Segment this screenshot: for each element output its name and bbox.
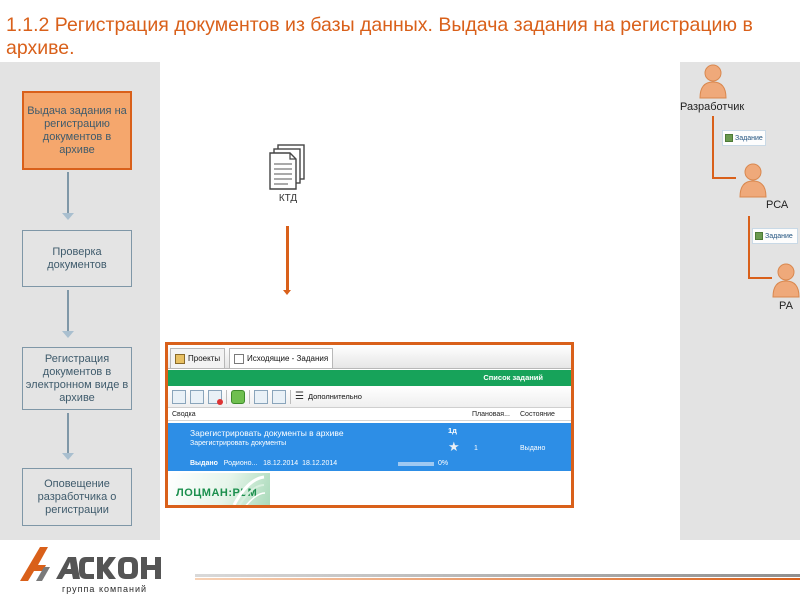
- flow-arrow: [62, 172, 74, 220]
- step-label: Оповещение разработчика о регистрации: [37, 477, 117, 516]
- new-task-button[interactable]: [172, 389, 186, 404]
- task-chip-label: Задание: [765, 232, 793, 240]
- task-meta: Выдано Родионо... 18.12.2014 18.12.2014: [190, 460, 337, 467]
- toolbar-separator: [249, 389, 250, 404]
- task-chip: Задание: [752, 228, 798, 244]
- folder-icon: [175, 353, 185, 364]
- edit-task-button[interactable]: [190, 389, 204, 404]
- document-icon: [234, 353, 244, 364]
- ktd-label: КТД: [278, 193, 298, 204]
- footer-divider: [195, 574, 800, 577]
- tab-label: Исходящие - Задания: [247, 354, 329, 363]
- app-window: Проекты Исходящие - Задания Список задан…: [165, 342, 574, 508]
- column-summary[interactable]: Сводка: [172, 411, 196, 418]
- task-days: 1д: [448, 426, 457, 435]
- step-register-electronic: Регистрация документов в электронном вид…: [22, 347, 132, 410]
- toolbar-separator: [226, 389, 227, 404]
- step-label: Проверка документов: [47, 245, 107, 271]
- flow-arrow: [62, 290, 74, 338]
- lotsman-logo: ЛОЦМАН:PLM: [168, 473, 270, 505]
- task-state: Выдано: [520, 445, 546, 452]
- task-list-title: Список заданий: [483, 373, 543, 382]
- role-rsa: РСА: [766, 199, 789, 211]
- step-issue-task: Выдача задания на регистрацию документов…: [22, 91, 132, 170]
- flow-arrow: [62, 413, 74, 460]
- role-developer: Разработчик: [680, 101, 745, 113]
- toolbar: ☰ Дополнительно: [168, 386, 571, 408]
- view-button[interactable]: [254, 389, 268, 404]
- documents-icon: [269, 144, 305, 190]
- user-icon: [772, 263, 800, 298]
- footer-subtitle: группа компаний: [62, 584, 148, 594]
- step-check-documents: Проверка документов: [22, 230, 132, 287]
- delete-task-button[interactable]: [208, 389, 223, 405]
- task-list-header: Список заданий: [168, 370, 571, 386]
- task-progress-bar: [398, 462, 434, 466]
- step-label: Регистрация документов в электронном вид…: [25, 352, 129, 404]
- role-ra: РА: [779, 300, 793, 312]
- task-icon: [725, 134, 733, 142]
- task-chip: Задание: [722, 130, 766, 146]
- connector-line: [748, 216, 750, 278]
- star-icon[interactable]: ★: [448, 439, 460, 455]
- menu-icon: ☰: [295, 391, 304, 402]
- footer-divider-accent: [195, 578, 800, 580]
- task-status-bold: Выдано: [190, 460, 218, 467]
- task-title: Зарегистрировать документы в архиве: [190, 428, 344, 438]
- tab-outgoing-tasks[interactable]: Исходящие - Задания: [229, 348, 334, 368]
- more-button[interactable]: Дополнительно: [308, 392, 362, 401]
- askon-logo: [20, 547, 161, 581]
- task-subtitle: Зарегистрировать документы: [190, 440, 287, 447]
- refresh-button[interactable]: [231, 389, 245, 404]
- column-state[interactable]: Состояние: [520, 411, 555, 418]
- tab-label: Проекты: [188, 354, 221, 363]
- task-author: Родионо...: [223, 460, 258, 467]
- tab-projects[interactable]: Проекты: [170, 348, 226, 368]
- tab-bar: Проекты Исходящие - Задания: [168, 345, 571, 369]
- task-date-start: 18.12.2014: [263, 460, 299, 467]
- step-label: Выдача задания на регистрацию документов…: [27, 104, 127, 156]
- page-title: 1.1.2 Регистрация документов из базы дан…: [6, 14, 753, 59]
- connector-line: [748, 277, 772, 279]
- task-progress-label: 0%: [438, 460, 449, 467]
- task-count: 1: [474, 445, 478, 452]
- step-notify-developer: Оповещение разработчика о регистрации: [22, 468, 132, 526]
- toolbar-separator: [290, 389, 291, 404]
- swirl-icon: [232, 475, 266, 505]
- flow-arrow-down: [283, 226, 291, 295]
- grid-view-button[interactable]: [272, 389, 286, 404]
- task-row[interactable]: Зарегистрировать документы в архиве Заре…: [168, 423, 571, 471]
- user-icon: [699, 64, 727, 99]
- column-planned[interactable]: Плановая...: [472, 411, 510, 418]
- connector-line: [712, 116, 714, 178]
- task-date-end: 18.12.2014: [302, 460, 338, 467]
- user-icon: [739, 163, 767, 198]
- task-icon: [755, 232, 763, 240]
- connector-line: [712, 177, 736, 179]
- column-headers: Сводка Плановая... Состояние: [168, 409, 571, 421]
- task-chip-label: Задание: [735, 134, 763, 142]
